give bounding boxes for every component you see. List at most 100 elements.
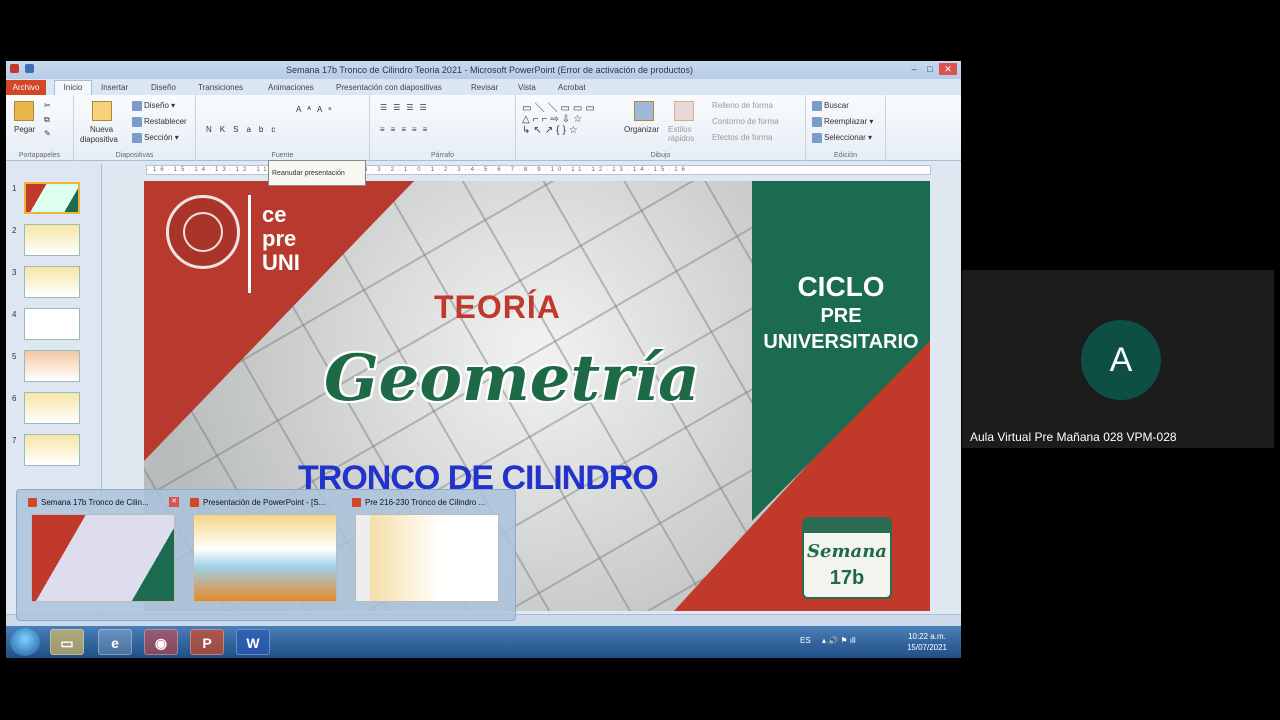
section-label: Sección: [144, 133, 173, 143]
seal-inner: [183, 212, 223, 252]
windows-taskbar: ▭ e ◉ P W ES ▴ 🔊 ⚑ ıll 10:22 a.m. 15/07/…: [6, 626, 961, 658]
group-label: Portapapeles: [18, 152, 61, 159]
slide-thumb[interactable]: 6: [8, 392, 98, 426]
copy-icon[interactable]: ⧉: [44, 115, 50, 125]
slide-thumb[interactable]: 2: [8, 224, 98, 258]
replace-button[interactable]: Reemplazar ▾: [812, 117, 873, 127]
arrange-icon: [634, 101, 654, 121]
tab-inicio[interactable]: Inicio: [54, 80, 92, 95]
powerpoint-icon: [10, 64, 19, 73]
clock-date: 15/07/2021: [906, 643, 947, 652]
clock-time: 10:22 a.m.: [908, 632, 946, 641]
internet-explorer-icon[interactable]: e: [98, 629, 132, 655]
explorer-icon[interactable]: ▭: [50, 629, 84, 655]
semana-number: 17b: [829, 567, 865, 589]
new-slide-label[interactable]: Nueva: [90, 125, 113, 134]
preview-title: Presentación de PowerPoint - [S...: [203, 498, 326, 507]
university-seal-icon: [166, 195, 240, 269]
tab-acrobat[interactable]: Acrobat: [558, 83, 586, 92]
minimize-icon[interactable]: –: [907, 63, 921, 75]
shape-fill-button[interactable]: Relleno de forma: [712, 101, 773, 110]
maximize-icon[interactable]: □: [923, 63, 937, 75]
taskbar-clock[interactable]: 10:22 a.m. 15/07/2021: [907, 631, 947, 653]
font-size-icons[interactable]: AᴬAᵃ: [296, 105, 337, 114]
slide-thumb-image: [24, 392, 80, 424]
paste-button[interactable]: Pegar: [14, 125, 35, 134]
shared-screen: Semana 17b Tronco de Cilindro Teoria 202…: [6, 61, 961, 658]
preview-window[interactable]: Semana 17b Tronco de Cilin... ✕: [27, 496, 179, 610]
new-slide-label-2[interactable]: diapositiva: [80, 135, 118, 144]
preview-title: Semana 17b Tronco de Cilin...: [41, 498, 149, 507]
taskbar-previews: Semana 17b Tronco de Cilin... ✕ Presenta…: [16, 489, 516, 621]
title-bar: Semana 17b Tronco de Cilindro Teoria 202…: [6, 61, 961, 79]
format-painter-icon[interactable]: ✎: [44, 129, 51, 138]
cut-icon[interactable]: ✂: [44, 101, 51, 110]
slide-title-geometria: Geometría: [324, 341, 700, 416]
quick-styles-button[interactable]: Estilos rápidos: [668, 125, 698, 143]
window-title: Semana 17b Tronco de Cilindro Teoria 202…: [286, 65, 694, 75]
preview-image: [193, 514, 337, 602]
shapes-gallery[interactable]: ▭＼＼▭▭▭ △⌐⌐⇨⇩☆ ↳↖↗{}☆: [522, 99, 598, 136]
powerpoint-taskbar-icon[interactable]: P: [190, 629, 224, 655]
layout-icon: [132, 101, 142, 111]
layout-button[interactable]: Diseño ▾: [132, 101, 175, 111]
slide-number: 1: [12, 184, 17, 193]
list-icons[interactable]: ☰☰☰☰: [380, 103, 433, 112]
slide-thumb-image: [24, 182, 80, 214]
new-slide-icon: [92, 101, 112, 121]
find-button[interactable]: Buscar: [812, 101, 849, 111]
horizontal-ruler[interactable]: ·16·15·14·13·12·11·10·9·8·7·6·5·4·3·2·1·…: [146, 165, 931, 175]
tab-diseno[interactable]: Diseño: [151, 83, 176, 92]
shape-outline-button[interactable]: Contorno de forma: [712, 117, 779, 126]
slide-thumb-image: [24, 308, 80, 340]
slide-thumb[interactable]: 3: [8, 266, 98, 300]
tab-archivo[interactable]: Archivo: [6, 80, 46, 95]
calendar-header: [804, 519, 890, 533]
align-icons[interactable]: ≡≡≡≡≡: [380, 125, 433, 134]
avatar: A: [1081, 320, 1161, 400]
select-button[interactable]: Seleccionar ▾: [812, 133, 872, 143]
close-icon[interactable]: ✕: [169, 497, 179, 507]
tab-presentacion[interactable]: Presentación con diapositivas: [336, 83, 442, 92]
find-icon: [812, 101, 822, 111]
quick-access-toolbar: [10, 64, 34, 73]
shape-effects-button[interactable]: Efectos de forma: [712, 133, 772, 142]
slide-thumb[interactable]: 5: [8, 350, 98, 384]
tooltip: Reanudar presentación: [268, 160, 366, 186]
language-indicator[interactable]: ES: [800, 636, 811, 645]
group-label: Dibujo: [650, 152, 671, 159]
close-icon[interactable]: ✕: [939, 63, 957, 75]
slide-thumb-image: [24, 350, 80, 382]
calendar-icon: Semana 17b: [802, 517, 892, 599]
replace-icon: [812, 117, 822, 127]
slide-thumb[interactable]: 7: [8, 434, 98, 468]
tab-insertar[interactable]: Insertar: [101, 83, 128, 92]
preview-window[interactable]: Presentación de PowerPoint - [S...: [189, 496, 341, 610]
group-dibujo: ▭＼＼▭▭▭ △⌐⌐⇨⇩☆ ↳↖↗{}☆ Organizar Estilos ráp…: [516, 95, 806, 161]
slide-number: 5: [12, 352, 17, 361]
slide-thumb[interactable]: 4: [8, 308, 98, 342]
preview-window[interactable]: Pre 216-230 Tronco de Cilindro ...: [351, 496, 503, 610]
chrome-icon[interactable]: ◉: [144, 629, 178, 655]
slide-thumb[interactable]: 1: [8, 182, 98, 216]
tab-transiciones[interactable]: Transiciones: [198, 83, 243, 92]
tab-revisar[interactable]: Revisar: [471, 83, 498, 92]
reset-button[interactable]: Restablecer: [132, 117, 187, 127]
group-parrafo: ☰☰☰☰ ≡≡≡≡≡ Párrafo: [370, 95, 516, 161]
start-button[interactable]: [10, 628, 40, 656]
tab-vista[interactable]: Vista: [518, 83, 536, 92]
arrange-button[interactable]: Organizar: [624, 125, 659, 134]
font-format-icons[interactable]: NKSabc: [206, 125, 283, 134]
slide-thumb-image: [24, 266, 80, 298]
slide-number: 6: [12, 394, 17, 403]
window-controls: – □ ✕: [907, 63, 957, 75]
logo-line-1: ce: [262, 202, 287, 227]
tooltip-text: Reanudar presentación: [272, 170, 345, 177]
participant-tile[interactable]: A Aula Virtual Pre Mañana 028 VPM-028: [962, 270, 1274, 448]
word-taskbar-icon[interactable]: W: [236, 629, 270, 655]
save-icon[interactable]: [25, 64, 34, 73]
group-diapositivas: Nueva diapositiva Diseño ▾ Restablecer S…: [74, 95, 196, 161]
tab-animaciones[interactable]: Animaciones: [268, 83, 314, 92]
section-button[interactable]: Sección ▾: [132, 133, 179, 143]
tray-icons[interactable]: ▴ 🔊 ⚑ ıll: [822, 636, 856, 645]
